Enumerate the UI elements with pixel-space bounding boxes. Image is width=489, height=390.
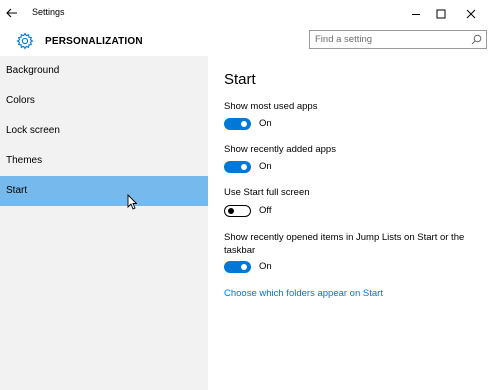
search-icon[interactable] [471,34,482,45]
page-title: Start [224,71,256,88]
toggle-row-full-screen: Off [224,205,424,219]
toggle-row-jump-lists: On [224,261,424,275]
minimize-icon [412,14,420,15]
toggle-knob [241,121,247,127]
choose-folders-link[interactable]: Choose which folders appear on Start [224,288,383,299]
toggle-most-used-apps[interactable] [224,118,251,130]
setting-label-jump-lists: Show recently opened items in Jump Lists… [224,232,465,256]
sidebar-item-themes[interactable]: Themes [0,146,208,176]
sidebar-item-start[interactable]: Start [0,176,208,206]
search-box[interactable] [309,30,487,49]
window-title: Settings [32,7,65,17]
title-bar: Settings [0,0,489,28]
toggle-row-most-used-apps: On [224,118,424,132]
mouse-cursor-icon [127,194,137,210]
close-icon [466,9,476,19]
toggle-knob [241,264,247,270]
toggle-row-recently-added-apps: On [224,161,424,175]
sidebar-item-lock-screen[interactable]: Lock screen [0,116,208,146]
sidebar: Background Colors Lock screen Themes Sta… [0,56,208,390]
toggle-knob [241,164,247,170]
maximize-icon [436,9,446,19]
close-button[interactable] [461,4,481,24]
maximize-button[interactable] [431,4,451,24]
sidebar-item-colors[interactable]: Colors [0,86,208,116]
minimize-button[interactable] [406,4,426,24]
setting-label-full-screen: Use Start full screen [224,187,310,198]
section-title: PERSONALIZATION [45,36,143,47]
back-arrow-icon[interactable] [5,6,19,20]
gear-icon [16,32,34,50]
toggle-state-label: On [259,161,272,172]
setting-label-most-used-apps: Show most used apps [224,101,318,112]
setting-label-recently-added-apps: Show recently added apps [224,144,336,155]
toggle-state-label: On [259,261,272,272]
sidebar-item-background[interactable]: Background [0,56,208,86]
toggle-full-screen[interactable] [224,205,251,217]
search-input[interactable] [310,31,465,48]
start-settings-panel: Start Show most used apps On Show recent… [208,56,489,390]
toggle-jump-lists[interactable] [224,261,251,273]
toggle-state-label: On [259,118,272,129]
toggle-knob [228,207,234,214]
toggle-recently-added-apps[interactable] [224,161,251,173]
toggle-state-label: Off [259,205,272,216]
